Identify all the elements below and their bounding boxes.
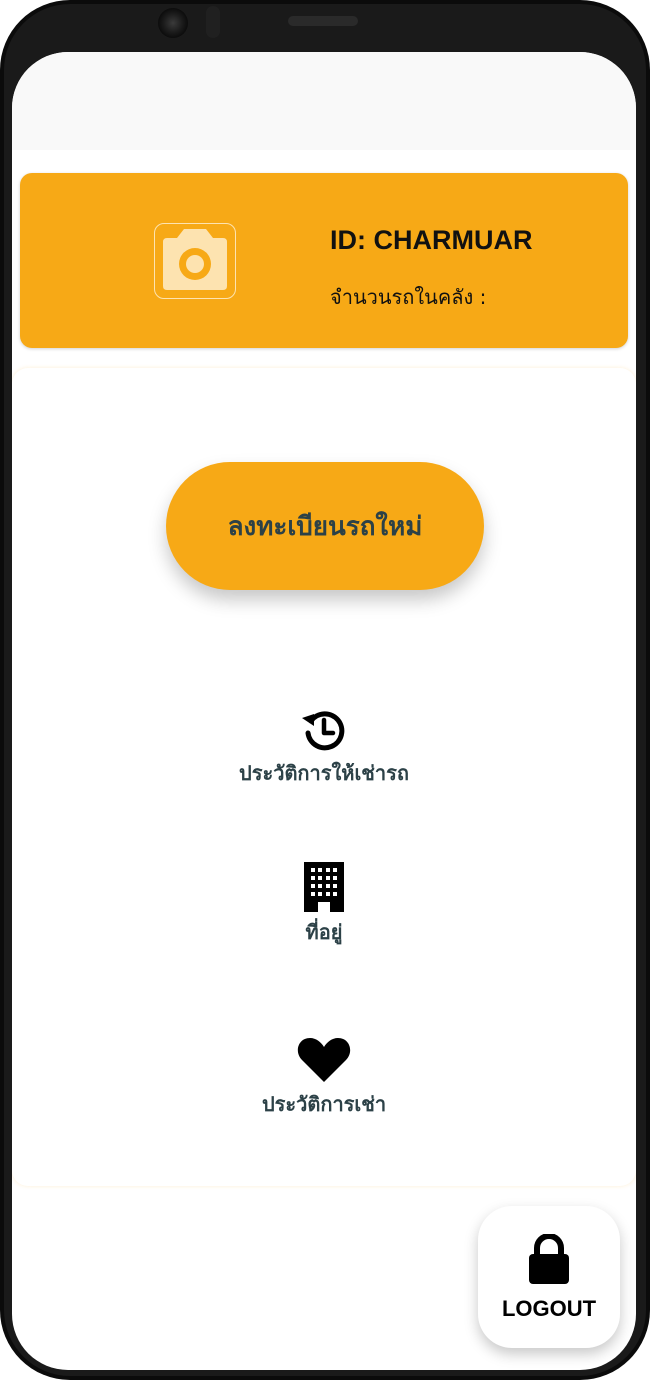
menu-label-address: ที่อยู่ [305, 920, 343, 944]
camera-icon [163, 229, 227, 290]
profile-id: ID: CHARMUAR [330, 225, 533, 255]
earpiece-speaker [288, 16, 358, 26]
menu-label-rental-history: ประวัติการให้เช่ารถ [239, 761, 409, 785]
logout-button[interactable]: LOGOUT [478, 1206, 620, 1348]
proximity-sensor [206, 6, 220, 38]
heart-icon [297, 1038, 351, 1082]
building-icon [304, 862, 344, 912]
menu-item-rent-history[interactable]: ประวัติการเช่า [124, 1036, 524, 1120]
front-camera [158, 8, 188, 38]
logout-label: LOGOUT [501, 1296, 597, 1321]
menu-label-rent-history: ประวัติการเช่า [261, 1092, 387, 1116]
inventory-count-label: จำนวนรถในคลัง : [330, 285, 487, 309]
register-new-car-label: ลงทะเบียนรถใหม่ [227, 511, 423, 542]
menu-item-address[interactable]: ที่อยู่ [124, 860, 524, 948]
menu-item-rental-history[interactable]: ประวัติการให้เช่ารถ [124, 706, 524, 789]
app-bar [12, 52, 636, 150]
profile-avatar[interactable] [154, 223, 236, 299]
app-screen: ID: CHARMUAR จำนวนรถในคลัง : ลงทะเบียนรถ… [12, 52, 636, 1370]
history-icon [302, 711, 345, 751]
phone-frame: ID: CHARMUAR จำนวนรถในคลัง : ลงทะเบียนรถ… [0, 0, 650, 1380]
lock-icon [529, 1234, 569, 1284]
register-new-car-button[interactable]: ลงทะเบียนรถใหม่ [166, 462, 484, 590]
profile-card: ID: CHARMUAR จำนวนรถในคลัง : [20, 173, 628, 348]
